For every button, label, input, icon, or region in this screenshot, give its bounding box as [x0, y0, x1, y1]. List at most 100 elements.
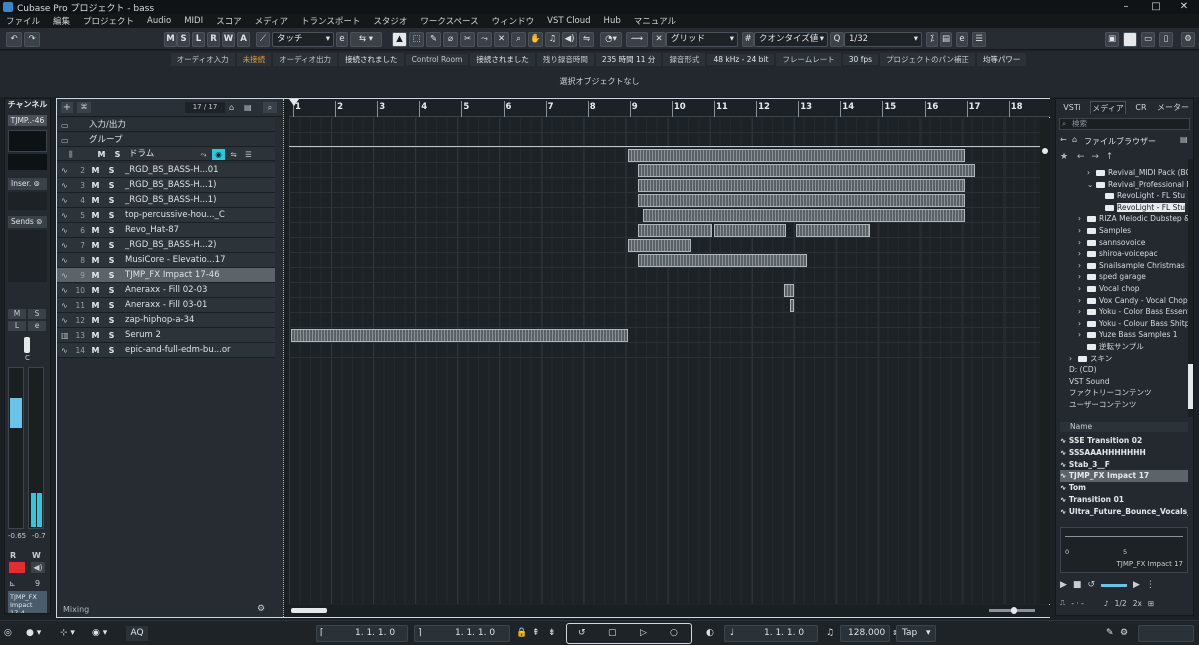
pre-roll-icon[interactable]: ⇟	[548, 626, 556, 641]
tree-expander-icon[interactable]: ›	[1078, 329, 1087, 341]
zoom-slider-handle[interactable]	[1011, 607, 1017, 614]
quantize-icon[interactable]: Q	[830, 32, 844, 47]
volume-fader[interactable]	[8, 367, 24, 529]
bar-number[interactable]: 16	[927, 102, 939, 112]
hand-tool-icon[interactable]: ✋	[528, 32, 543, 47]
menu-item[interactable]: ワークスペース	[420, 15, 478, 27]
file-tree-label[interactable]: Revival_Professional F	[1108, 180, 1188, 189]
right-zone-tab[interactable]: VSTi	[1058, 101, 1086, 114]
frame-rate-label[interactable]: フレームレート	[776, 52, 841, 66]
file-tree-item[interactable]: ファクトリーコンテンツ	[1060, 387, 1188, 399]
file-tree-item[interactable]: › Vocal chop	[1060, 283, 1188, 295]
record-enable-button[interactable]	[9, 562, 25, 573]
solo-button[interactable]: S	[105, 315, 118, 326]
channel-label-bottom[interactable]: TJMP_FX Impact 17-4...	[8, 591, 47, 613]
mute-button[interactable]: M	[89, 300, 102, 311]
media-result-row[interactable]: ∿ Stab_3__F	[1060, 459, 1188, 471]
menu-item[interactable]: Audio	[147, 16, 171, 26]
menu-item[interactable]: スタジオ	[373, 15, 407, 27]
scroll-thumb[interactable]	[291, 608, 327, 613]
tree-expander-icon[interactable]: ⌄	[1087, 179, 1096, 191]
record-mode-icon[interactable]: ● ▾	[26, 626, 41, 641]
right-locator-value[interactable]: 1. 1. 1. 0	[455, 626, 495, 641]
folder-track[interactable]: ▭ グループ	[57, 133, 275, 147]
audio-event[interactable]	[789, 299, 795, 312]
media-result-row[interactable]: ∿ Tom	[1060, 482, 1188, 494]
audio-event[interactable]	[291, 329, 628, 342]
track-lane[interactable]	[289, 268, 1050, 283]
preview-auto-play-icon[interactable]: ▶	[1133, 580, 1140, 590]
mute-button[interactable]: M	[89, 255, 102, 266]
mute-button[interactable]: M	[89, 225, 102, 236]
track-presets-icon[interactable]: ⌘	[77, 102, 91, 113]
transport-edit-icon[interactable]: ✎	[1106, 626, 1114, 641]
track-search-icon[interactable]: ⌕	[263, 102, 277, 113]
file-tree-item[interactable]: D: (CD)	[1060, 364, 1188, 376]
preview-speed[interactable]: 2x	[1133, 599, 1142, 608]
range-tool-icon[interactable]: ⬚	[409, 32, 424, 47]
back-icon[interactable]: ←	[1060, 135, 1067, 144]
inspector-edit-button[interactable]: e	[28, 321, 46, 331]
lock-icon[interactable]: 🔒	[516, 626, 527, 641]
nav-forward-icon[interactable]: →	[1091, 152, 1099, 162]
file-tree-label[interactable]: sannsovoice	[1099, 238, 1145, 247]
quantize-value-select[interactable]: 1/32 ▾	[844, 32, 922, 47]
sends-slot[interactable]	[8, 230, 47, 282]
audio-event[interactable]	[714, 224, 786, 237]
event-display[interactable]	[289, 118, 1050, 604]
mute-button[interactable]: M	[89, 285, 102, 296]
tree-expander-icon[interactable]: ›	[1078, 248, 1087, 260]
track-row[interactable]: ∿ 6 M S Revo_Hat-87	[57, 223, 275, 238]
glue-tool-icon[interactable]: ⤳	[477, 32, 492, 47]
bar-number[interactable]: 18	[1011, 102, 1023, 112]
favorite-icon[interactable]: ★	[1060, 152, 1068, 162]
solo-button[interactable]: S	[105, 225, 118, 236]
tempo-value[interactable]: 128.000	[848, 626, 885, 641]
right-zone-tab[interactable]: メディア	[1090, 101, 1126, 114]
pan-knob[interactable]	[24, 337, 30, 353]
quantize-apply-icon[interactable]: ▤	[940, 32, 952, 47]
media-file-name[interactable]: Tom	[1069, 483, 1086, 492]
punch-icon[interactable]: ⊹ ▾	[60, 626, 75, 641]
file-tree-label[interactable]: Yoku - Color Bass Essentia	[1099, 307, 1188, 316]
solo-button[interactable]: S	[105, 165, 118, 176]
right-zone-tab[interactable]: メーター	[1156, 101, 1190, 114]
record-icon[interactable]: ○	[670, 626, 678, 641]
channel-name[interactable]: TJMP..-46	[8, 115, 47, 126]
solo-button[interactable]: S	[105, 330, 118, 341]
media-file-name[interactable]: Stab_3__F	[1069, 460, 1110, 469]
file-tree-label[interactable]: Samples	[1099, 226, 1131, 235]
pan-law-label[interactable]: プロジェクトのパン補正	[880, 52, 975, 66]
iterative-quantize-icon[interactable]: ⁒	[926, 32, 938, 47]
menu-item[interactable]: VST Cloud	[547, 16, 590, 26]
comp-tool-icon[interactable]: ⇋	[579, 32, 594, 47]
file-tree-item[interactable]: › Yoku - Color Bass Essentia	[1060, 306, 1188, 318]
write-label[interactable]: W	[32, 551, 41, 560]
preview-sync-icon[interactable]: ⎍	[1060, 598, 1065, 608]
file-tree-item[interactable]: › スキン	[1060, 353, 1188, 365]
media-file-name[interactable]: SSE Transition 02	[1069, 436, 1142, 445]
inspector-solo-button[interactable]: S	[28, 309, 46, 319]
stop-icon[interactable]: ▢	[608, 626, 617, 641]
playhead-marker[interactable]	[289, 99, 299, 106]
file-tree-item[interactable]: › Yoku - Colour Bass Shitpo	[1060, 318, 1188, 330]
menu-item[interactable]: プロジェクト	[83, 15, 134, 27]
media-result-row[interactable]: ∿ Transition 01	[1060, 494, 1188, 506]
track-name[interactable]: Revo_Hat-87	[125, 223, 179, 238]
solo-button[interactable]: S	[105, 255, 118, 266]
state-button-s[interactable]: S	[177, 32, 190, 47]
file-tree-item[interactable]: ⌄ Revival_Professional F	[1060, 179, 1188, 191]
file-tree-item[interactable]: › Snailsample Christmas	[1060, 260, 1188, 272]
metronome-icon[interactable]: ◉ ▾	[92, 626, 107, 641]
play-order-icon[interactable]: ◔▾	[600, 32, 622, 47]
quantize-type-select[interactable]: クオンタイズ値 ▾	[754, 32, 828, 47]
drum-track-name[interactable]: ドラム	[129, 147, 154, 162]
mute-button[interactable]: M	[89, 315, 102, 326]
media-file-name[interactable]: Transition 01	[1069, 495, 1124, 504]
fader-cap[interactable]	[10, 398, 22, 428]
settings-icon[interactable]: ⚙	[1181, 32, 1195, 47]
track-lane[interactable]	[289, 118, 1050, 133]
file-tree-label[interactable]: D: (CD)	[1069, 365, 1097, 374]
audio-event[interactable]	[638, 254, 807, 267]
file-tree-item[interactable]: › Samples	[1060, 225, 1188, 237]
